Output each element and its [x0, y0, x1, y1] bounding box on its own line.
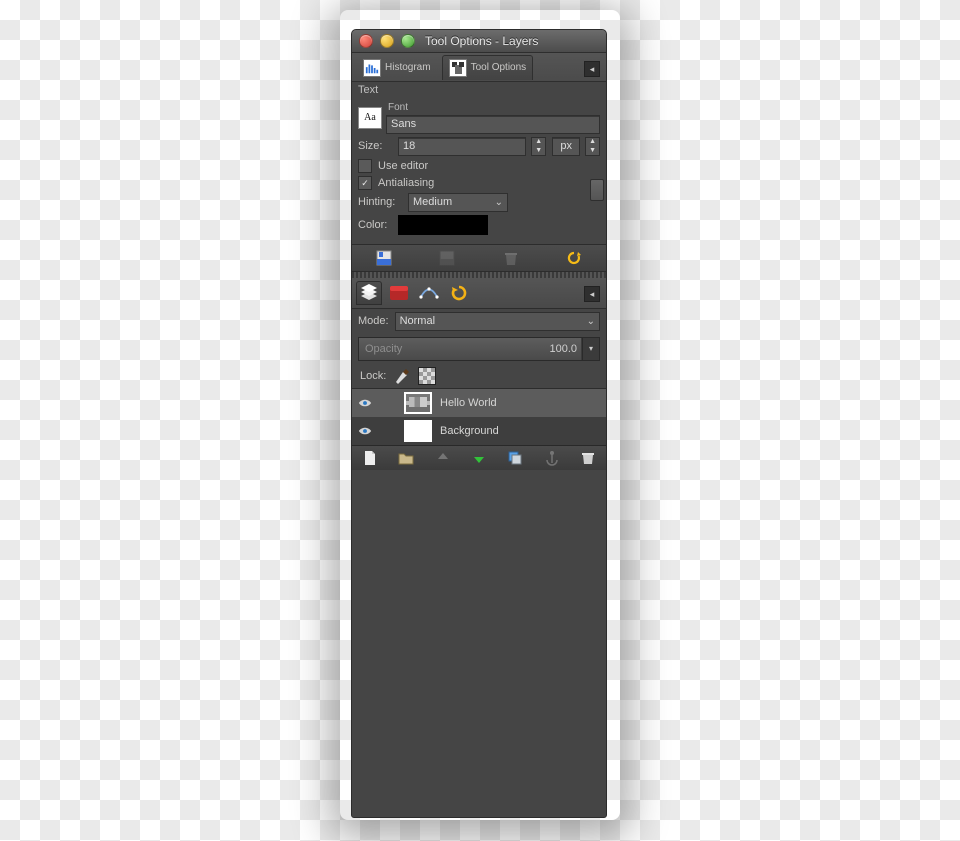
tab-tool-options[interactable]: Tool Options — [442, 55, 534, 80]
save-preset-icon[interactable] — [375, 249, 393, 267]
color-row: Color: — [358, 215, 600, 235]
tab-histogram[interactable]: Histogram — [356, 55, 438, 80]
tab-channels[interactable] — [386, 281, 412, 305]
hinting-row: Hinting: Medium⌄ — [358, 193, 600, 212]
color-label: Color: — [358, 219, 392, 232]
tab-layers[interactable] — [356, 281, 382, 305]
opacity-value: 100.0 — [549, 343, 577, 356]
tool-options-icon-bar — [352, 244, 606, 272]
layers-icon — [358, 284, 380, 302]
use-editor-row[interactable]: Use editor — [358, 159, 600, 173]
tab-label: Histogram — [385, 62, 431, 74]
font-row: Aa Font Sans — [358, 102, 600, 134]
lock-pixels-icon[interactable] — [394, 368, 410, 384]
lower-dock-tabs: ◂ — [352, 278, 606, 309]
antialias-checkbox[interactable] — [358, 176, 372, 190]
window-titlebar[interactable]: Tool Options - Layers — [352, 30, 606, 53]
lower-layer-icon[interactable] — [471, 450, 487, 466]
dock-menu-button[interactable]: ◂ — [584, 61, 600, 77]
text-tool-options: Aa Font Sans Size: 18 ▲▼ px ▲▼ Use edito… — [352, 99, 606, 244]
upper-dock-tabs: Histogram Tool Options ◂ — [352, 53, 606, 82]
layers-toolbar — [352, 445, 606, 470]
close-icon[interactable] — [359, 34, 373, 48]
reset-defaults-icon[interactable] — [565, 249, 583, 267]
dock-menu-button[interactable]: ◂ — [584, 286, 600, 302]
size-input[interactable]: 18 — [398, 137, 526, 156]
color-swatch[interactable] — [398, 215, 488, 235]
duplicate-layer-icon[interactable] — [507, 450, 523, 466]
anchor-layer-icon[interactable] — [544, 450, 560, 466]
tool-section-title: Text — [352, 82, 606, 99]
minimize-icon[interactable] — [380, 34, 394, 48]
opacity-slider[interactable]: Opacity 100.0 ▾ — [358, 337, 600, 361]
antialias-label: Antialiasing — [378, 177, 434, 190]
size-row: Size: 18 ▲▼ px ▲▼ — [358, 137, 600, 156]
zoom-icon[interactable] — [401, 34, 415, 48]
mode-row: Mode: Normal⌄ — [352, 309, 606, 334]
window-traffic-lights — [359, 34, 415, 48]
tool-options-window: Tool Options - Layers Histogram Tool Opt… — [351, 29, 607, 818]
mode-label: Mode: — [358, 315, 389, 328]
window-title: Tool Options - Layers — [425, 34, 538, 48]
font-name-field[interactable]: Sans — [386, 115, 600, 134]
font-caption: Font — [388, 102, 600, 114]
layer-thumbnail — [404, 392, 432, 414]
layer-thumbnail — [404, 420, 432, 442]
hinting-label: Hinting: — [358, 196, 402, 209]
hinting-select[interactable]: Medium⌄ — [408, 193, 508, 212]
size-label: Size: — [358, 140, 392, 153]
mode-select[interactable]: Normal⌄ — [395, 312, 600, 331]
opacity-label: Opacity — [365, 343, 402, 356]
size-unit-spinner[interactable]: ▲▼ — [585, 137, 600, 156]
raise-layer-icon[interactable] — [435, 450, 451, 466]
new-layer-icon[interactable] — [362, 450, 378, 466]
font-picker-icon[interactable]: Aa — [358, 107, 382, 129]
layer-row[interactable]: Hello World — [352, 389, 606, 417]
layer-row[interactable]: Background — [352, 417, 606, 445]
undo-history-icon — [450, 284, 468, 302]
delete-preset-icon[interactable] — [502, 249, 520, 267]
use-editor-label: Use editor — [378, 160, 428, 173]
new-layer-group-icon[interactable] — [398, 450, 414, 466]
tab-paths[interactable] — [416, 281, 442, 305]
channels-icon — [389, 285, 409, 301]
visibility-eye-icon[interactable] — [352, 426, 378, 436]
tab-label: Tool Options — [471, 62, 527, 74]
size-unit-field[interactable]: px — [552, 137, 580, 156]
tab-undo-history[interactable] — [446, 281, 472, 305]
size-spinner[interactable]: ▲▼ — [531, 137, 546, 156]
visibility-eye-icon[interactable] — [352, 398, 378, 408]
layer-name[interactable]: Hello World — [440, 397, 497, 410]
histogram-icon — [363, 59, 381, 77]
lock-row: Lock: — [352, 364, 606, 388]
use-editor-checkbox[interactable] — [358, 159, 372, 173]
restore-preset-icon[interactable] — [438, 249, 456, 267]
delete-layer-icon[interactable] — [580, 450, 596, 466]
lock-alpha-icon[interactable] — [418, 367, 436, 385]
layer-list[interactable]: Hello World Background — [352, 388, 606, 445]
antialias-row[interactable]: Antialiasing — [358, 176, 600, 190]
lock-label: Lock: — [360, 370, 386, 383]
layer-name[interactable]: Background — [440, 425, 499, 438]
tool-options-icon — [449, 59, 467, 77]
scrollbar[interactable] — [590, 179, 604, 201]
chevron-down-icon[interactable]: ▾ — [582, 338, 599, 360]
paths-icon — [419, 285, 439, 301]
